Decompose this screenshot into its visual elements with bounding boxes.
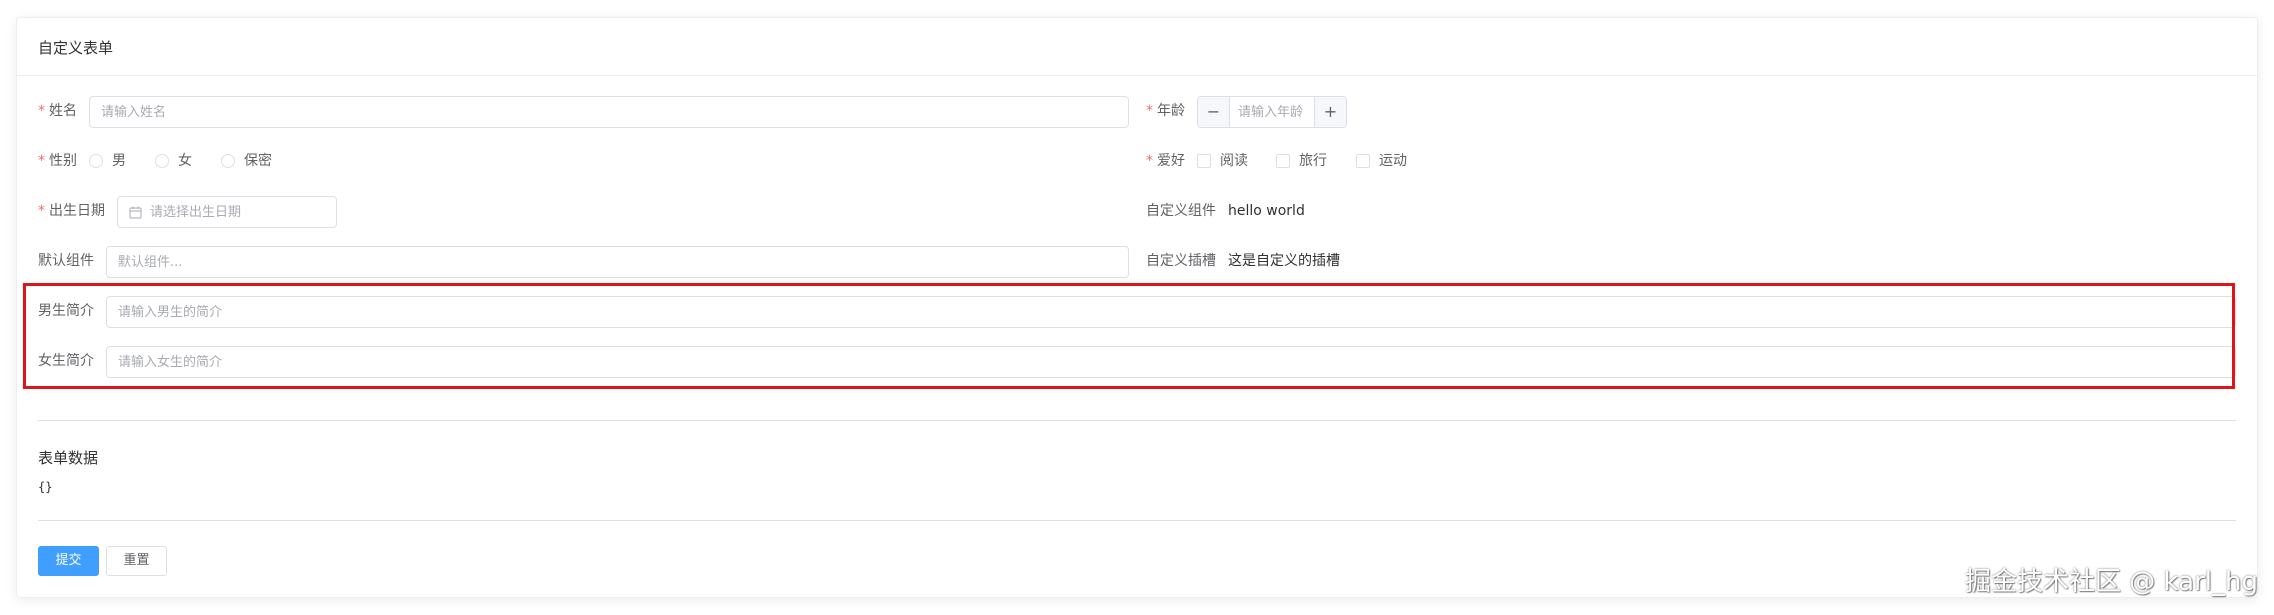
name-label-text: 姓名 xyxy=(49,103,77,119)
gender-option-female[interactable]: 女 xyxy=(178,151,192,171)
submit-button[interactable]: 提交 xyxy=(38,546,99,576)
custom-form-card: 自定义表单 * 姓名 请输入姓名 * 年龄 − 请输入年龄 + * 性别 男 女 保密… xyxy=(16,17,2258,598)
watermark: 掘金技术社区 @ karl_hg xyxy=(1965,567,2258,597)
birthday-placeholder: 请选择出生日期 xyxy=(150,205,242,220)
hobby-option-sports[interactable]: 运动 xyxy=(1379,151,1407,171)
hobbies-label: * 爱好 xyxy=(1146,151,1185,171)
default-component-label: 默认组件 xyxy=(38,253,94,269)
required-mark: * xyxy=(1146,153,1153,169)
age-stepper[interactable]: − 请输入年龄 + xyxy=(1197,96,1347,128)
hobby-checkbox-reading[interactable] xyxy=(1197,154,1211,168)
gender-option-male[interactable]: 男 xyxy=(112,151,126,171)
required-mark: * xyxy=(1146,103,1153,119)
hobby-option-reading[interactable]: 阅读 xyxy=(1220,151,1248,171)
card-header: 自定义表单 xyxy=(17,18,2257,76)
hobby-checkbox-sports[interactable] xyxy=(1356,154,1370,168)
custom-component-value: hello world xyxy=(1228,203,1305,219)
custom-slot-value: 这是自定义的插槽 xyxy=(1228,253,1340,269)
required-mark: * xyxy=(38,153,45,169)
required-mark: * xyxy=(38,103,45,119)
required-mark: * xyxy=(38,203,45,219)
gender-label-text: 性别 xyxy=(49,153,77,169)
name-label: * 姓名 xyxy=(38,101,77,121)
name-input[interactable]: 请输入姓名 xyxy=(89,96,1129,128)
age-increase-button[interactable]: + xyxy=(1314,97,1346,127)
age-label-text: 年龄 xyxy=(1157,103,1185,119)
birthday-date-picker[interactable]: 请选择出生日期 xyxy=(117,196,337,228)
default-component-input[interactable]: 默认组件... xyxy=(106,246,1129,278)
reset-button[interactable]: 重置 xyxy=(106,546,167,576)
highlight-box xyxy=(23,283,2235,389)
hobby-checkbox-travel[interactable] xyxy=(1276,154,1290,168)
gender-radio-female[interactable] xyxy=(155,154,169,168)
name-input-placeholder: 请输入姓名 xyxy=(101,105,167,120)
hobbies-label-text: 爱好 xyxy=(1157,153,1185,169)
birthday-label: * 出生日期 xyxy=(38,201,105,221)
age-decrease-button[interactable]: − xyxy=(1198,97,1230,127)
default-component-placeholder: 默认组件... xyxy=(118,255,183,270)
birthday-label-text: 出生日期 xyxy=(49,203,105,219)
gender-option-secret[interactable]: 保密 xyxy=(244,151,272,171)
card-title: 自定义表单 xyxy=(38,39,114,57)
divider xyxy=(38,520,2236,521)
divider xyxy=(38,420,2236,421)
form-data-json: {} xyxy=(38,480,53,494)
age-label: * 年龄 xyxy=(1146,101,1185,121)
gender-radio-secret[interactable] xyxy=(221,154,235,168)
gender-radio-male[interactable] xyxy=(89,154,103,168)
calendar-icon xyxy=(129,206,142,219)
custom-component-label: 自定义组件 xyxy=(1146,203,1216,219)
hobby-option-travel[interactable]: 旅行 xyxy=(1299,151,1327,171)
custom-slot-label: 自定义插槽 xyxy=(1146,253,1216,269)
gender-label: * 性别 xyxy=(38,151,77,171)
age-input-placeholder[interactable]: 请输入年龄 xyxy=(1238,104,1312,121)
form-data-title: 表单数据 xyxy=(38,449,99,467)
